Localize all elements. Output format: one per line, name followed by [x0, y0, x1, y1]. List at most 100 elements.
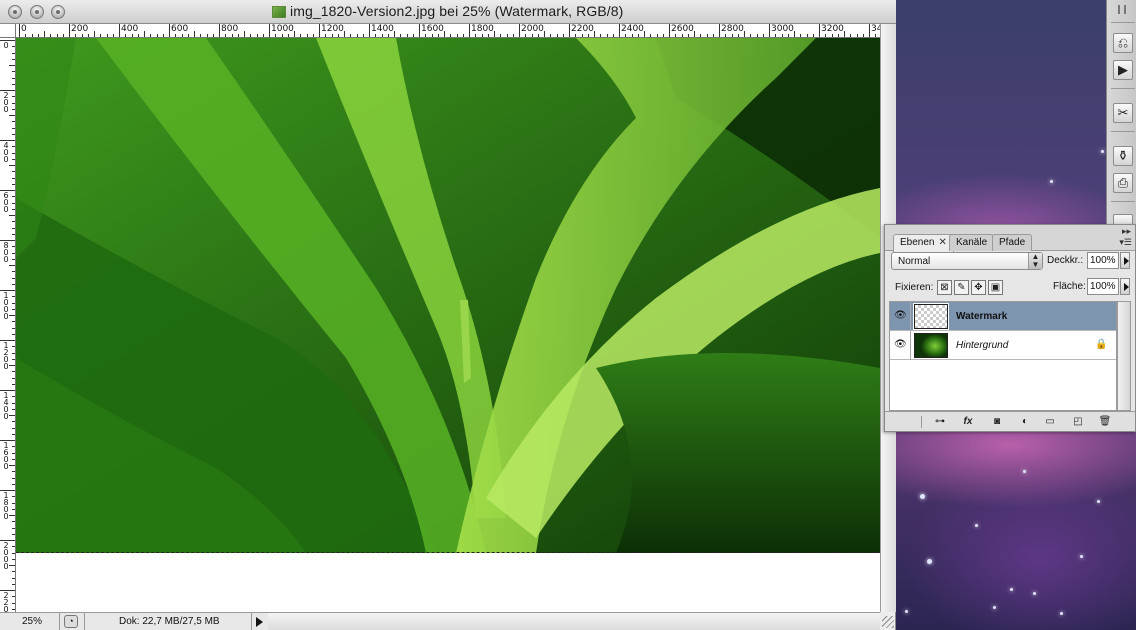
fill-field[interactable]: 100%: [1087, 278, 1119, 295]
dock-grip-icon[interactable]: [1118, 5, 1126, 14]
ruler-minor-tick: [62, 34, 64, 37]
ruler-minor-tick: [12, 102, 15, 104]
ruler-minor-tick: [12, 127, 15, 129]
image-canvas[interactable]: [16, 38, 880, 612]
ruler-minor-tick: [12, 602, 15, 604]
document-proxy-icon[interactable]: [272, 6, 286, 18]
new-layer-icon[interactable]: ◰: [1071, 415, 1085, 428]
tab-kanaele[interactable]: Kanäle: [949, 234, 995, 251]
lock-position-icon[interactable]: ✥: [971, 280, 986, 295]
ruler-minor-tick: [206, 34, 208, 37]
ruler-minor-tick: [850, 34, 852, 37]
tool-presets-icon[interactable]: ✂: [1113, 103, 1133, 123]
layer-name[interactable]: Hintergrund: [956, 340, 1008, 351]
fill-slider-arrow-icon[interactable]: [1120, 278, 1130, 295]
ruler-minor-tick: [837, 34, 839, 37]
ruler-origin[interactable]: [0, 24, 16, 38]
window-resize-grip[interactable]: [882, 616, 894, 628]
ruler-label: 200: [71, 24, 89, 34]
ruler-label: 0: [21, 24, 27, 34]
zoom-window-button[interactable]: [51, 5, 65, 19]
panel-header[interactable]: ▸▸ Ebenen ✕ Kanäle Pfade ▾☰: [885, 225, 1135, 252]
ruler-minor-tick: [225, 34, 227, 37]
ruler-minor-tick: [12, 196, 15, 198]
ruler-minor-tick: [12, 383, 15, 385]
ruler-minor-tick: [44, 31, 45, 37]
eye-visibility-icon[interactable]: 👁: [894, 311, 907, 321]
trash-icon[interactable]: 🗑: [1098, 415, 1112, 428]
ruler-minor-tick: [156, 34, 158, 37]
status-info-icon[interactable]: ◔: [64, 615, 78, 628]
opacity-field[interactable]: 100%: [1087, 252, 1119, 269]
layer-list-scrollbar[interactable]: [1117, 301, 1131, 411]
mask-icon[interactable]: ◙: [990, 415, 1004, 428]
ruler-minor-tick: [381, 34, 383, 37]
fill-label: Fläche:: [1053, 281, 1086, 292]
ruler-minor-tick: [9, 165, 15, 166]
close-window-button[interactable]: [8, 5, 22, 19]
ruler-minor-tick: [131, 34, 133, 37]
ruler-minor-tick: [12, 408, 15, 410]
clone-source-icon[interactable]: ⎙: [1113, 173, 1133, 193]
ruler-tick: [569, 24, 570, 37]
fx-icon[interactable]: fx: [961, 415, 975, 428]
folder-icon[interactable]: ▭: [1043, 415, 1057, 428]
eye-visibility-icon[interactable]: 👁: [894, 340, 907, 350]
ruler-minor-tick: [375, 34, 377, 37]
ruler-minor-tick: [256, 34, 258, 37]
opacity-slider-arrow-icon[interactable]: [1120, 252, 1130, 269]
ruler-minor-tick: [12, 71, 15, 73]
blend-mode-value: Normal: [898, 256, 931, 267]
zoom-level-field[interactable]: 25%: [0, 613, 60, 630]
ruler-minor-tick: [150, 34, 152, 37]
ruler-minor-tick: [12, 458, 15, 460]
link-icon[interactable]: ⊶: [933, 415, 947, 428]
blend-mode-select[interactable]: Normal ▲ ▼: [891, 252, 1043, 270]
window-titlebar[interactable]: img_1820-Version2.jpg bei 25% (Watermark…: [0, 0, 896, 24]
ruler-minor-tick: [362, 34, 364, 37]
ruler-minor-tick: [50, 34, 52, 37]
ruler-minor-tick: [12, 252, 15, 254]
ruler-minor-tick: [12, 83, 15, 85]
divider: [921, 416, 922, 428]
adjustment-icon[interactable]: ◐: [1018, 415, 1032, 428]
ruler-tick: [219, 24, 220, 37]
ruler-tick: [319, 24, 320, 37]
ruler-tick: [19, 24, 20, 37]
collapse-panel-icon[interactable]: ▸▸: [1122, 226, 1131, 237]
layer-name[interactable]: Watermark: [956, 311, 1007, 322]
panel-footer: ⊶ fx ◙ ◐ ▭ ◰ 🗑: [885, 411, 1135, 431]
actions-icon[interactable]: ▶: [1113, 60, 1133, 80]
brushes-icon[interactable]: ⚱: [1113, 146, 1133, 166]
vertical-ruler[interactable]: 0200400600800100012001400160018002000220: [0, 38, 16, 612]
ruler-minor-tick: [12, 358, 15, 360]
ruler-tick: [419, 24, 420, 37]
tab-pfade[interactable]: Pfade: [992, 234, 1033, 251]
close-tab-icon[interactable]: ✕: [938, 237, 946, 248]
layer-row-hintergrund[interactable]: 👁 Hintergrund 🔒: [890, 331, 1116, 360]
ruler-minor-tick: [12, 571, 15, 573]
ruler-minor-tick: [106, 34, 108, 37]
ruler-minor-tick: [12, 377, 15, 379]
ruler-minor-tick: [600, 34, 602, 37]
ruler-label: 1800: [471, 24, 494, 34]
horizontal-ruler[interactable]: 0 200 400 600 800 1000 1200 1400 1600 1800 2000 220…: [16, 24, 880, 38]
tab-ebenen[interactable]: Ebenen ✕: [893, 234, 954, 252]
ruler-minor-tick: [25, 34, 27, 37]
lock-transparency-icon[interactable]: ⊠: [937, 280, 952, 295]
ruler-minor-tick: [87, 34, 89, 37]
status-menu-arrow-icon[interactable]: [256, 617, 263, 627]
lock-all-icon[interactable]: ▣: [988, 280, 1003, 295]
ruler-label: 200: [3, 91, 9, 114]
ruler-label: 600: [3, 191, 9, 214]
ruler-minor-tick: [462, 34, 464, 37]
ruler-minor-tick: [231, 34, 233, 37]
layer-row-watermark[interactable]: 👁 Watermark: [890, 302, 1116, 331]
lock-pixels-icon[interactable]: ✎: [954, 280, 969, 295]
minimize-window-button[interactable]: [30, 5, 44, 19]
horizontal-scrollbar[interactable]: [268, 612, 880, 630]
panel-menu-icon[interactable]: ▾☰: [1119, 237, 1132, 248]
leaves-image: [16, 38, 880, 553]
history-icon[interactable]: ⎌: [1113, 33, 1133, 53]
ruler-minor-tick: [12, 58, 15, 60]
